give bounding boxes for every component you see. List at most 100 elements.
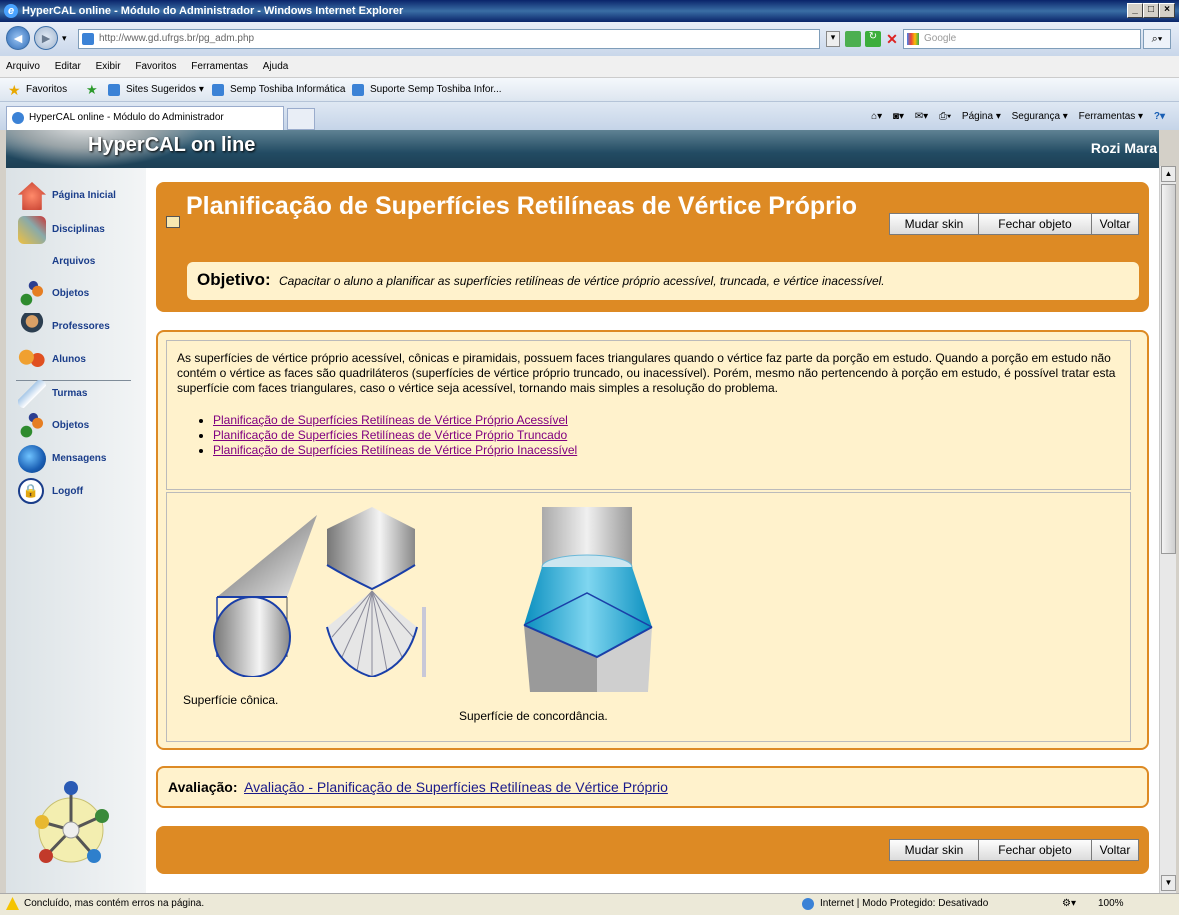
page-viewport: HyperCAL on line Rozi Mara Página Inicia… bbox=[6, 130, 1159, 893]
close-button[interactable]: × bbox=[1159, 3, 1175, 18]
objective-box: Objetivo: Capacitar o aluno a planificar… bbox=[187, 262, 1139, 300]
compat-icon[interactable] bbox=[845, 31, 861, 47]
fav-link-sites[interactable]: Sites Sugeridos ▾ bbox=[126, 78, 204, 102]
vertical-scrollbar[interactable]: ▲ ▼ bbox=[1159, 166, 1176, 893]
menu-bar: Arquivo Editar Exibir Favoritos Ferramen… bbox=[0, 56, 1179, 78]
concordance-surface-figure bbox=[523, 507, 653, 692]
mudar-skin-button[interactable]: Mudar skin bbox=[889, 213, 979, 235]
object-title: Planificação de Superfícies Retilíneas d… bbox=[186, 192, 858, 220]
molecule-icon bbox=[18, 412, 46, 440]
link-truncado[interactable]: Planificação de Superfícies Retilíneas d… bbox=[213, 428, 567, 442]
menu-editar[interactable]: Editar bbox=[49, 61, 87, 72]
caption-concordance: Superfície de concordância. bbox=[459, 709, 608, 723]
site-header: HyperCAL on line Rozi Mara bbox=[6, 130, 1159, 168]
forward-button[interactable]: ► bbox=[34, 26, 58, 50]
text-section: As superfícies de vértice próprio acessí… bbox=[166, 340, 1131, 490]
new-tab-button[interactable] bbox=[287, 108, 315, 130]
help-icon[interactable]: ?▾ bbox=[1154, 111, 1165, 122]
link-inacessivel[interactable]: Planificação de Superfícies Retilíneas d… bbox=[213, 443, 577, 457]
search-input[interactable]: Google bbox=[903, 29, 1141, 49]
sidebar-item-professores[interactable]: Professores bbox=[16, 313, 110, 341]
fechar-objeto-button[interactable]: Fechar objeto bbox=[978, 213, 1092, 235]
sidebar-item-logoff[interactable]: 🔒 Logoff bbox=[16, 478, 83, 506]
voltar-button-footer[interactable]: Voltar bbox=[1091, 839, 1139, 861]
menu-arquivo[interactable]: Arquivo bbox=[0, 61, 46, 72]
globe-icon bbox=[802, 898, 814, 910]
back-button[interactable]: ◄ bbox=[6, 26, 30, 50]
stop-icon[interactable]: ✕ bbox=[884, 31, 900, 47]
fechar-objeto-button-footer[interactable]: Fechar objeto bbox=[978, 839, 1092, 861]
minimize-button[interactable]: _ bbox=[1127, 3, 1143, 18]
mail-icon[interactable]: ✉▾ bbox=[915, 111, 928, 122]
history-dropdown-icon[interactable]: ▾ bbox=[62, 33, 67, 44]
evaluation-link[interactable]: Avaliação - Planificação de Superfícies … bbox=[244, 779, 668, 795]
address-value: http://www.gd.ufrgs.br/pg_adm.php bbox=[99, 33, 255, 44]
warning-icon[interactable] bbox=[6, 897, 19, 910]
address-toolbar: ◄ ► ▾ http://www.gd.ufrgs.br/pg_adm.php … bbox=[0, 22, 1179, 56]
command-bar: ⌂▾ ◙▾ ✉▾ ⎙▾ Página ▾ Segurança ▾ Ferrame… bbox=[863, 108, 1165, 126]
print-icon[interactable]: ⎙▾ bbox=[939, 111, 951, 122]
tab-bar: HyperCAL online - Módulo do Administrado… bbox=[0, 102, 1179, 130]
content-area: Planificação de Superfícies Retilíneas d… bbox=[146, 168, 1159, 893]
window-title-bar: e HyperCAL online - Módulo do Administra… bbox=[0, 0, 1179, 22]
scroll-down-icon[interactable]: ▼ bbox=[1161, 875, 1176, 891]
book-icon bbox=[18, 380, 46, 408]
favorites-button[interactable]: Favoritos bbox=[26, 78, 67, 102]
maximize-button[interactable]: □ bbox=[1143, 3, 1159, 18]
scroll-up-icon[interactable]: ▲ bbox=[1161, 166, 1176, 182]
sidebar-item-alunos[interactable]: Alunos bbox=[16, 346, 86, 374]
figures-section: Superfície cônica. Superfície de concord bbox=[166, 492, 1131, 742]
ie-page-icon bbox=[352, 84, 364, 96]
graduate-icon bbox=[18, 313, 46, 341]
zoom-level[interactable]: 100% bbox=[1098, 894, 1124, 914]
voltar-button[interactable]: Voltar bbox=[1091, 213, 1139, 235]
user-name: Rozi Mara bbox=[1090, 140, 1157, 156]
ie-page-icon bbox=[108, 84, 120, 96]
sidebar-item-pagina-inicial[interactable]: Página Inicial bbox=[16, 182, 116, 210]
mudar-skin-button-footer[interactable]: Mudar skin bbox=[889, 839, 979, 861]
home-icon[interactable]: ⌂▾ bbox=[871, 111, 882, 122]
cmd-ferramentas[interactable]: Ferramentas ▾ bbox=[1079, 111, 1143, 122]
menu-ajuda[interactable]: Ajuda bbox=[257, 61, 295, 72]
objective-label: Objetivo: bbox=[197, 270, 271, 289]
sidebar-item-arquivos[interactable]: Arquivos bbox=[16, 248, 95, 276]
globe-mail-icon bbox=[18, 445, 46, 473]
status-bar: Concluído, mas contém erros na página. I… bbox=[0, 893, 1179, 915]
sidebar-item-turmas[interactable]: Turmas bbox=[16, 380, 87, 408]
menu-ferramentas[interactable]: Ferramentas bbox=[185, 61, 254, 72]
address-input[interactable]: http://www.gd.ufrgs.br/pg_adm.php bbox=[78, 29, 820, 49]
feeds-icon[interactable]: ◙▾ bbox=[893, 111, 904, 122]
window-title: HyperCAL online - Módulo do Administrado… bbox=[22, 5, 404, 17]
protected-mode-icon[interactable]: ⚙▾ bbox=[1062, 894, 1076, 914]
sidebar-item-objetos[interactable]: Objetos bbox=[16, 280, 89, 308]
menu-exibir[interactable]: Exibir bbox=[90, 61, 127, 72]
cmd-pagina[interactable]: Página ▾ bbox=[962, 111, 1001, 122]
evaluation-panel: Avaliação: Avaliação - Planificação de S… bbox=[156, 766, 1149, 808]
house-icon bbox=[18, 182, 46, 210]
menu-favoritos[interactable]: Favoritos bbox=[129, 61, 182, 72]
lock-icon: 🔒 bbox=[18, 478, 44, 504]
conic-surface-figure bbox=[213, 507, 426, 677]
fav-link-suporte[interactable]: Suporte Semp Toshiba Infor... bbox=[370, 78, 502, 102]
cmd-seguranca[interactable]: Segurança ▾ bbox=[1012, 111, 1068, 122]
zone-text: Internet | Modo Protegido: Desativado bbox=[820, 898, 989, 909]
status-message[interactable]: Concluído, mas contém erros na página. bbox=[24, 894, 204, 914]
fav-link-semp[interactable]: Semp Toshiba Informática bbox=[230, 78, 345, 102]
search-button[interactable]: ⌕▾ bbox=[1143, 29, 1171, 49]
page-icon bbox=[82, 33, 94, 45]
add-favorite-icon[interactable]: ★ bbox=[86, 78, 98, 102]
sidebar-item-disciplinas[interactable]: Disciplinas bbox=[16, 216, 105, 244]
ie-icon: e bbox=[4, 4, 18, 18]
favorites-star-icon: ★ bbox=[8, 82, 21, 98]
objective-text: Capacitar o aluno a planificar as superf… bbox=[279, 274, 885, 288]
sidebar: Página Inicial Disciplinas Arquivos Obje… bbox=[6, 168, 146, 893]
address-dropdown-icon[interactable]: ▾ bbox=[826, 31, 840, 47]
browser-tab[interactable]: HyperCAL online - Módulo do Administrado… bbox=[6, 106, 284, 130]
tools-icon bbox=[18, 216, 46, 244]
sidebar-item-objetos-2[interactable]: Objetos bbox=[16, 412, 89, 440]
refresh-icon[interactable]: ↻ bbox=[865, 31, 881, 47]
evaluation-label: Avaliação: bbox=[168, 779, 238, 795]
scroll-thumb[interactable] bbox=[1161, 184, 1176, 554]
link-acessivel[interactable]: Planificação de Superfícies Retilíneas d… bbox=[213, 413, 568, 427]
sidebar-item-mensagens[interactable]: Mensagens bbox=[16, 445, 106, 473]
